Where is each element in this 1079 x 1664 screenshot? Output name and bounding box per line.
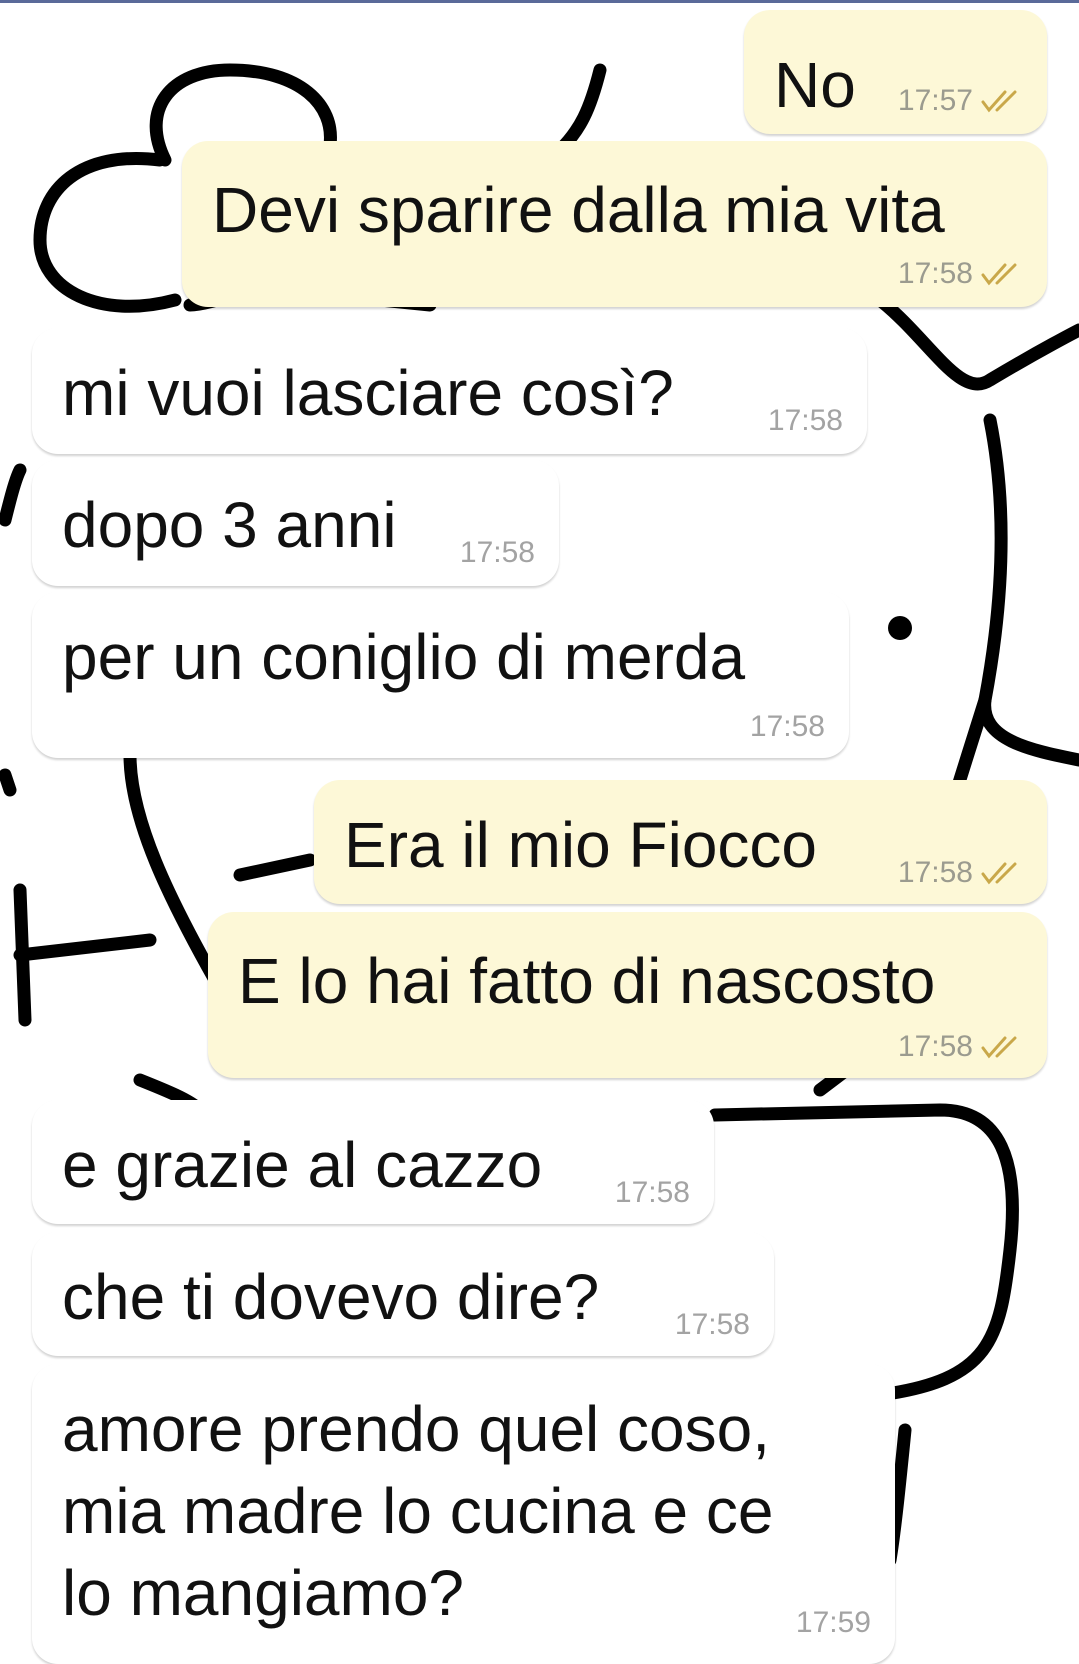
message-bubble-outgoing[interactable]: No 17:57 (744, 10, 1047, 134)
message-meta: 17:58 (898, 1030, 1025, 1064)
double-check-icon (981, 1036, 1017, 1059)
message-meta: 17:59 (796, 1606, 871, 1640)
message-text: dopo 3 anni (62, 489, 397, 561)
chat-thread[interactable]: No 17:57 Devi sparire dalla mia vita 17:… (0, 0, 1079, 1664)
message-bubble-incoming[interactable]: amore prendo quel coso, mia madre lo cuc… (32, 1364, 895, 1664)
message-time: 17:58 (614, 1176, 690, 1209)
message-meta: 17:58 (750, 710, 825, 744)
message-meta: 17:58 (460, 536, 535, 570)
message-meta: 17:58 (768, 404, 843, 438)
double-check-icon (981, 862, 1017, 885)
message-text: per un coniglio di merda (62, 621, 746, 693)
message-bubble-incoming[interactable]: e grazie al cazzo 17:58 (32, 1100, 714, 1224)
message-time: 17:58 (459, 536, 535, 569)
message-bubble-outgoing[interactable]: E lo hai fatto di nascosto 17:58 (208, 912, 1047, 1078)
message-bubble-outgoing[interactable]: Era il mio Fiocco 17:58 (314, 780, 1047, 904)
message-bubble-incoming[interactable]: che ti dovevo dire? 17:58 (32, 1232, 774, 1356)
message-time: 17:58 (897, 856, 973, 889)
message-time: 17:58 (897, 1030, 973, 1063)
message-bubble-incoming[interactable]: per un coniglio di merda 17:58 (32, 592, 849, 758)
message-meta: 17:58 (615, 1176, 690, 1210)
message-text-line: amore prendo quel coso, (62, 1393, 770, 1465)
message-text: E lo hai fatto di nascosto (238, 945, 936, 1017)
message-time: 17:58 (767, 404, 843, 437)
message-bubble-incoming[interactable]: mi vuoi lasciare così? 17:58 (32, 328, 867, 454)
message-text: mi vuoi lasciare così? (62, 357, 674, 429)
message-text: e grazie al cazzo (62, 1129, 543, 1201)
message-text-line: lo mangiamo? (62, 1557, 464, 1629)
message-text-line: mia madre lo cucina e ce (62, 1475, 774, 1547)
message-time: 17:57 (897, 84, 973, 117)
message-meta: 17:58 (898, 856, 1025, 890)
message-time: 17:59 (795, 1606, 871, 1639)
message-meta: 17:57 (898, 84, 1025, 118)
double-check-icon (981, 263, 1017, 286)
message-text: No (774, 49, 856, 121)
message-bubble-incoming[interactable]: dopo 3 anni 17:58 (32, 460, 559, 586)
message-time: 17:58 (897, 257, 973, 290)
message-time: 17:58 (749, 710, 825, 743)
double-check-icon (981, 90, 1017, 113)
message-text: che ti dovevo dire? (62, 1261, 600, 1333)
message-text: Devi sparire dalla mia vita (212, 174, 945, 246)
message-time: 17:58 (674, 1308, 750, 1341)
message-meta: 17:58 (898, 257, 1025, 291)
message-meta: 17:58 (675, 1308, 750, 1342)
message-bubble-outgoing[interactable]: Devi sparire dalla mia vita 17:58 (182, 141, 1047, 307)
message-text: Era il mio Fiocco (344, 809, 817, 881)
